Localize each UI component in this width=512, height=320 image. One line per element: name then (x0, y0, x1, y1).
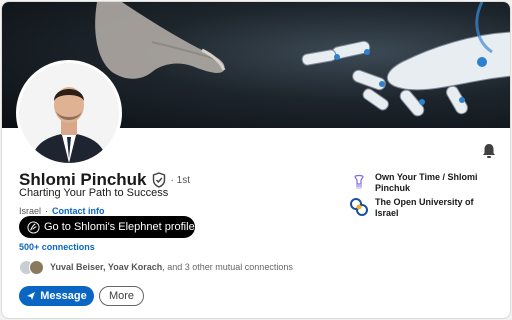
open-university-logo-icon (349, 197, 369, 217)
more-button-label: More (108, 290, 135, 302)
location-row: Israel · Contact info (19, 206, 105, 216)
mutual-connections-text: Yuval Beiser, Yoav Korach, and 3 other m… (50, 262, 293, 272)
affiliation-education[interactable]: The Open University of Israel (349, 197, 485, 219)
location-separator: · (45, 206, 49, 216)
mutual-name: Yuval Beiser (50, 262, 104, 272)
elephnet-button-label: Go to Shlomi's Elephnet profile (44, 221, 195, 233)
profile-headline: Charting Your Path to Success (19, 187, 169, 199)
message-button[interactable]: Message (19, 286, 94, 306)
send-icon (27, 292, 36, 300)
mutual-rest: , and 3 other mutual connections (162, 262, 293, 272)
bell-icon[interactable] (481, 143, 497, 159)
own-your-time-logo-icon (349, 172, 369, 192)
verified-shield-icon[interactable] (152, 172, 166, 188)
affiliation-current-company[interactable]: Own Your Time / Shlomi Pinchuk (349, 172, 485, 194)
elephnet-profile-button[interactable]: Go to Shlomi's Elephnet profile (19, 216, 195, 238)
connection-degree: · 1st (170, 174, 190, 186)
school-name: The Open University of Israel (375, 197, 474, 218)
contact-info-link[interactable]: Contact info (52, 206, 105, 216)
mutual-name: Yoav Korach (107, 262, 163, 272)
profile-location: Israel (19, 206, 42, 216)
elephnet-logo-icon (27, 220, 40, 234)
more-button[interactable]: More (99, 286, 144, 306)
mutual-connections[interactable]: Yuval Beiser, Yoav Korach, and 3 other m… (19, 258, 293, 276)
profile-avatar[interactable] (16, 60, 122, 166)
mutual-avatar (29, 259, 44, 275)
profile-photo (19, 63, 119, 163)
company-name: Own Your Time / Shlomi Pinchuk (375, 172, 478, 193)
message-button-label: Message (40, 290, 87, 302)
profile-card: Shlomi Pinchuk · 1st Charting Your Path … (1, 1, 511, 319)
connections-link[interactable]: 500+ connections (19, 242, 95, 252)
